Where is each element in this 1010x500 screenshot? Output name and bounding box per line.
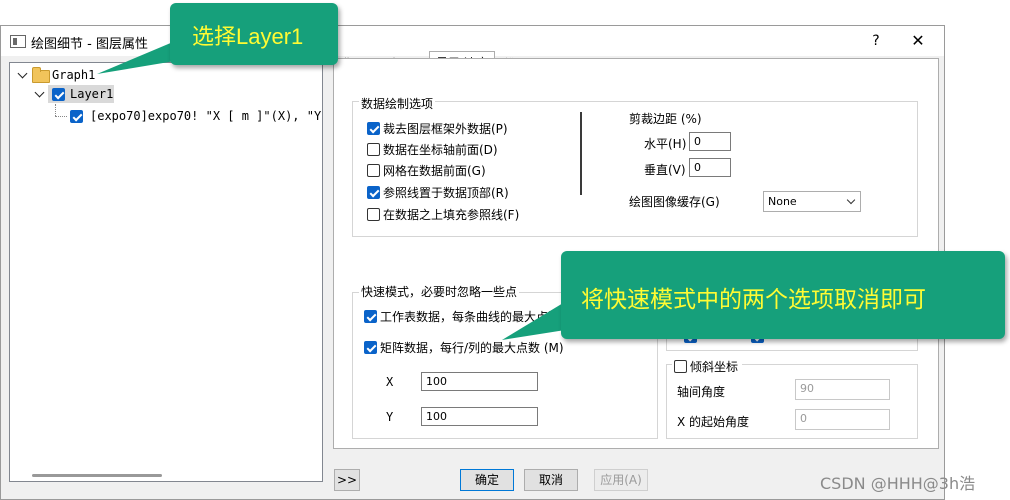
watermark: CSDN @HHH@3h浩	[820, 474, 976, 493]
cache-select-value: None	[768, 195, 797, 208]
option-fill-refline-label: 在数据之上填充参照线(F)	[383, 208, 520, 222]
layer1-checkbox[interactable]	[52, 88, 65, 101]
skew-axes-checkbox[interactable]	[674, 360, 687, 373]
x-points-input[interactable]: 100	[421, 372, 538, 391]
option-refline-top-label: 参照线置于数据顶部(R)	[383, 186, 509, 200]
window-icon	[10, 35, 26, 48]
vertical-input[interactable]: 0	[689, 158, 731, 177]
matrix-max-points-checkbox[interactable]	[364, 341, 377, 354]
speed-mode-title: 快速模式，必要时忽略一些点	[359, 283, 520, 300]
callout-select-layer-text: 选择Layer1	[192, 24, 304, 49]
chevron-down-icon	[846, 195, 856, 205]
y-points-input[interactable]: 100	[421, 407, 538, 426]
cancel-button[interactable]: 取消	[524, 469, 578, 491]
folder-icon	[32, 67, 50, 83]
option-fill-refline-checkbox[interactable]	[367, 208, 380, 221]
axis-angle-input[interactable]: 90	[795, 379, 890, 400]
ok-button[interactable]: 确定	[460, 469, 514, 491]
cache-select[interactable]: None	[763, 191, 861, 212]
help-button[interactable]: ?	[865, 30, 887, 52]
tree-connector	[55, 116, 67, 118]
option-data-front-checkbox[interactable]	[367, 143, 380, 156]
chevron-down-icon[interactable]	[17, 68, 28, 79]
expand-button[interactable]: >>	[334, 469, 360, 491]
callout-uncheck-fast: 将快速模式中的两个选项取消即可	[561, 251, 1005, 339]
tree-item-layer1-label: Layer1	[70, 87, 114, 101]
callout-uncheck-fast-text: 将快速模式中的两个选项取消即可	[581, 286, 926, 312]
option-grid-front-label: 网格在数据前面(G)	[383, 164, 486, 178]
tree-item-graph1[interactable]: Graph1	[52, 68, 95, 82]
tree-connector	[55, 104, 57, 116]
worksheet-max-points-checkbox[interactable]	[364, 310, 377, 323]
skew-axes-label: 倾斜坐标	[690, 360, 739, 374]
plot-checkbox[interactable]	[70, 110, 83, 123]
callout-select-layer: 选择Layer1	[170, 3, 338, 65]
y-points-label: Y	[386, 410, 394, 424]
horizontal-scrollbar[interactable]	[32, 474, 162, 477]
chevron-down-icon[interactable]	[34, 87, 45, 98]
x-start-angle-label: X 的起始角度	[677, 415, 750, 429]
tree-item-plot[interactable]: [expo70]expo70! "X [ m ]"(X), "Y [ m ]"	[90, 109, 322, 123]
axis-angle-label: 轴间角度	[677, 385, 726, 399]
vertical-label: 垂直(V)	[644, 163, 686, 177]
option-clip-checkbox[interactable]	[367, 122, 380, 135]
option-refline-top-checkbox[interactable]	[367, 186, 380, 199]
horizontal-input[interactable]: 0	[689, 132, 731, 151]
cache-label: 绘图图像缓存(G)	[629, 195, 720, 209]
display-options-title: 数据绘制选项	[359, 95, 436, 112]
option-data-front-label: 数据在坐标轴前面(D)	[383, 143, 498, 157]
clip-margin-title: 剪裁边距 (%)	[629, 112, 702, 126]
close-button[interactable]: ✕	[907, 30, 929, 52]
option-clip-label: 裁去图层框架外数据(P)	[383, 122, 508, 136]
apply-button[interactable]: 应用(A)	[594, 469, 648, 491]
divider	[580, 112, 582, 195]
tree-item-layer1[interactable]: Layer1	[48, 85, 114, 103]
option-grid-front-checkbox[interactable]	[367, 164, 380, 177]
x-start-angle-input[interactable]: 0	[795, 409, 890, 430]
x-points-label: X	[386, 375, 394, 389]
horizontal-label: 水平(H)	[644, 137, 687, 151]
layer-tree[interactable]: Graph1 Layer1 [expo70]expo70! "X [ m ]"(…	[9, 62, 323, 482]
